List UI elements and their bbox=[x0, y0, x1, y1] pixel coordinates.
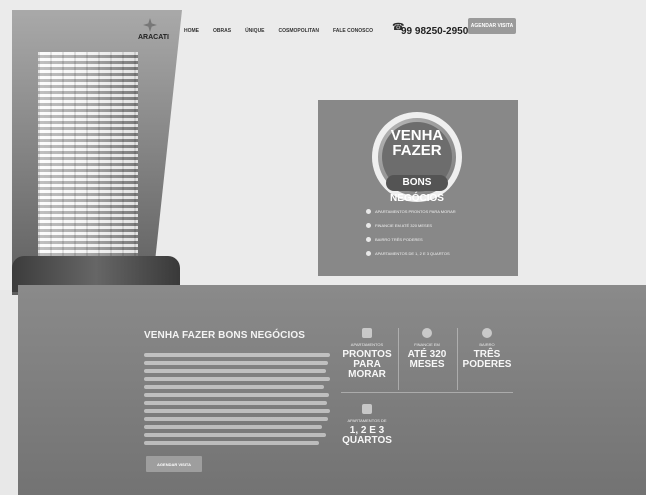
feature-neighborhood: BAIRRO TRÊS PODERES bbox=[458, 328, 516, 370]
promo-badge-strip: BONS NEGÓCIOS bbox=[386, 175, 448, 204]
promo-benefit-text: APARTAMENTOS DE 1, 2 E 3 QUARTOS bbox=[375, 250, 450, 256]
feature-divider bbox=[398, 328, 399, 390]
feature-rooms: APARTAMENTOS DE 1, 2 E 3 QUARTOS bbox=[338, 404, 396, 446]
description-line bbox=[144, 361, 328, 365]
nav-cosmopolitan[interactable]: COSMOPOLITAN bbox=[279, 28, 319, 34]
promo-benefit-item: BAIRRO TRÊS PODERES bbox=[366, 233, 506, 245]
feature-value: 1, 2 E 3 QUARTOS bbox=[342, 425, 392, 446]
logo-star-icon bbox=[143, 18, 157, 32]
description-line bbox=[144, 441, 319, 445]
bullet-icon bbox=[366, 250, 371, 256]
phone-number: 99 98250-2950 bbox=[401, 26, 469, 37]
description-line bbox=[144, 401, 327, 405]
section-title: VENHA FAZER BONS NEGÓCIOS bbox=[144, 330, 306, 341]
feature-value: ATÉ 320 MESES bbox=[407, 349, 447, 370]
promo-benefit-item: FINANCIE EM ATÉ 320 MESES bbox=[366, 219, 506, 231]
coin-icon bbox=[422, 328, 432, 338]
promo-benefit-item: APARTAMENTOS PRONTOS PARA MORAR bbox=[366, 205, 506, 217]
feature-value: PRONTOS PARA MORAR bbox=[342, 349, 392, 380]
landing-page: ARACATI HOME OBRAS ÚNIQUE COSMOPOLITAN F… bbox=[0, 0, 646, 495]
feature-value: TRÊS PODERES bbox=[462, 349, 512, 370]
schedule-visit-top-button[interactable]: AGENDAR VISITA bbox=[468, 18, 516, 34]
nav-obras[interactable]: OBRAS bbox=[213, 28, 231, 34]
site-logo[interactable]: ARACATI bbox=[138, 18, 169, 41]
content-band-overlay bbox=[18, 285, 646, 495]
feature-label: BAIRRO bbox=[479, 342, 495, 347]
promo-benefit-text: BAIRRO TRÊS PODERES bbox=[375, 236, 423, 242]
description-line bbox=[144, 353, 330, 357]
promo-benefits-list: APARTAMENTOS PRONTOS PARA MORAR FINANCIE… bbox=[366, 205, 506, 261]
bullet-icon bbox=[366, 236, 371, 242]
schedule-visit-button[interactable]: AGENDAR VISITA bbox=[146, 456, 202, 472]
description-line bbox=[144, 433, 326, 437]
promo-badge-title: VENHA FAZER bbox=[390, 127, 444, 159]
feature-divider bbox=[457, 328, 458, 390]
bullet-icon bbox=[366, 222, 371, 228]
promo-benefit-text: APARTAMENTOS PRONTOS PARA MORAR bbox=[375, 208, 456, 214]
tower-building bbox=[38, 52, 138, 272]
description-line bbox=[144, 417, 328, 421]
promo-benefit-item: APARTAMENTOS DE 1, 2 E 3 QUARTOS bbox=[366, 247, 506, 259]
nav-unique[interactable]: ÚNIQUE bbox=[245, 28, 264, 34]
description-line bbox=[144, 409, 330, 413]
description-line bbox=[144, 393, 329, 397]
bed-icon bbox=[362, 404, 372, 414]
description-line bbox=[144, 377, 330, 381]
description-line bbox=[144, 425, 322, 429]
description-line bbox=[144, 369, 326, 373]
description-line bbox=[144, 385, 324, 389]
bullet-icon bbox=[366, 208, 371, 214]
feature-label: APARTAMENTOS DE bbox=[347, 418, 387, 423]
feature-ready: APARTAMENTOS PRONTOS PARA MORAR bbox=[338, 328, 396, 380]
map-pin-icon bbox=[482, 328, 492, 338]
tower-columns bbox=[38, 52, 138, 272]
feature-divider bbox=[341, 392, 513, 393]
intro-column: VENHA FAZER BONS NEGÓCIOS bbox=[144, 330, 332, 445]
nav-fale-conosco[interactable]: FALE CONOSCO bbox=[333, 28, 373, 34]
feature-financing: FINANCIE EM ATÉ 320 MESES bbox=[398, 328, 456, 370]
features-grid: APARTAMENTOS PRONTOS PARA MORAR FINANCIE… bbox=[338, 326, 528, 446]
logo-text: ARACATI bbox=[138, 34, 169, 41]
building-icon bbox=[362, 328, 372, 338]
description-text-block bbox=[144, 353, 332, 445]
feature-label: FINANCIE EM bbox=[414, 342, 440, 347]
nav-home[interactable]: HOME bbox=[184, 28, 199, 34]
main-navigation: HOME OBRAS ÚNIQUE COSMOPOLITAN FALE CONO… bbox=[184, 28, 373, 34]
feature-label: APARTAMENTOS bbox=[350, 342, 384, 347]
promo-benefit-text: FINANCIE EM ATÉ 320 MESES bbox=[375, 222, 433, 228]
